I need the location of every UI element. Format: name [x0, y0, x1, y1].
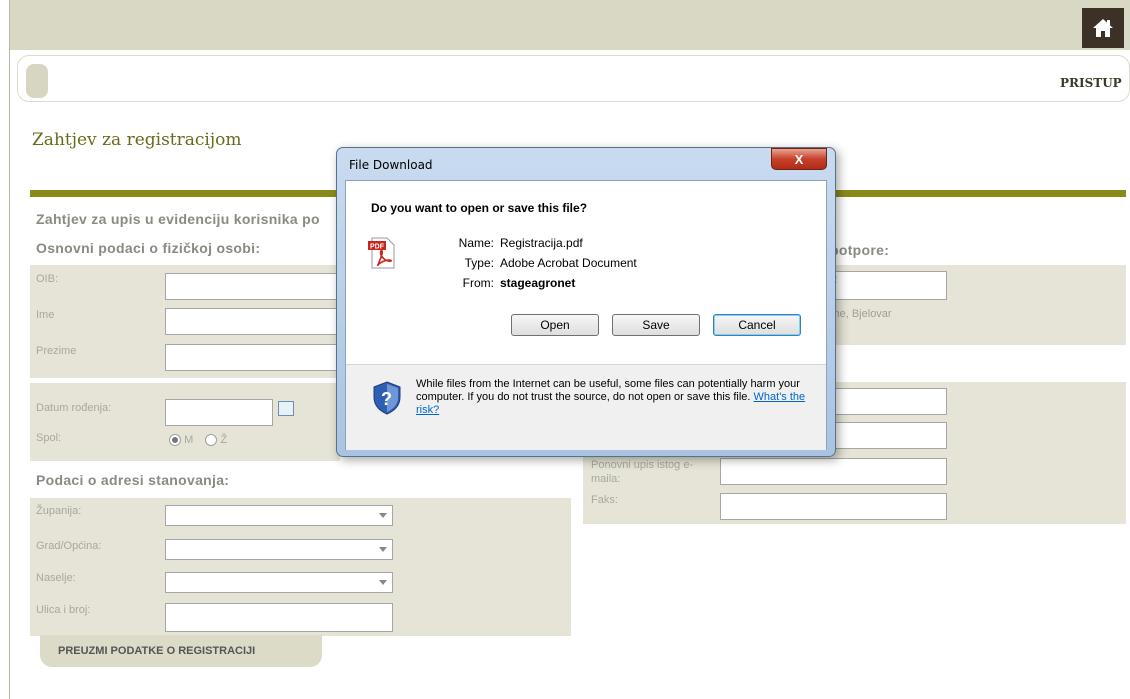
ulica-label: Ulica i broj:: [36, 604, 91, 616]
ime-label: Ime: [36, 309, 55, 321]
grad-label: Grad/Općina:: [36, 540, 102, 552]
section-title-address: Podaci o adresi stanovanja:: [36, 472, 230, 488]
ulica-input[interactable]: [165, 603, 393, 632]
datum-input[interactable]: [165, 399, 273, 426]
name-value: Registracija.pdf: [500, 236, 583, 250]
type-value: Adobe Acrobat Document: [500, 256, 637, 270]
home-icon: [1093, 19, 1113, 37]
dialog-title: File Download: [349, 158, 433, 172]
prezime-input[interactable]: [165, 344, 340, 371]
section-title-main: Zahtjev za upis u evidenciju korisnika p…: [36, 211, 320, 227]
open-button[interactable]: Open: [511, 314, 599, 336]
dialog-close-button[interactable]: X: [771, 148, 827, 170]
dialog-question: Do you want to open or save this file?: [371, 201, 588, 215]
spol-m-label: M: [184, 434, 194, 446]
section-title-support: potpore:: [830, 242, 890, 258]
spol-z-label: Ž: [220, 434, 228, 446]
home-button[interactable]: [1082, 8, 1124, 48]
naselje-label: Naselje:: [36, 572, 76, 584]
from-value: stageagronet: [500, 276, 576, 290]
pdf-file-icon: PDF: [368, 237, 395, 269]
top-bar: [10, 0, 1130, 50]
contact-input-2[interactable]: p: [820, 422, 947, 449]
calendar-icon[interactable]: [278, 401, 294, 416]
type-label: Type:: [464, 256, 494, 270]
from-label: From:: [462, 276, 494, 290]
download-registration-button[interactable]: PREUZMI PODATKE O REGISTRACIJI: [40, 635, 322, 667]
support-location-text: che, Bjelovar: [828, 308, 892, 320]
faks-input[interactable]: [720, 493, 947, 520]
name-label: Name:: [458, 236, 494, 250]
file-download-dialog: File Download X Do you want to open or s…: [336, 147, 836, 457]
zupanija-select[interactable]: [165, 505, 393, 526]
spol-label: Spol:: [36, 432, 62, 444]
faks-label: Faks:: [591, 494, 618, 506]
nav-link-pristup[interactable]: PRISTUP: [1060, 76, 1122, 90]
cancel-button[interactable]: Cancel: [713, 314, 801, 336]
grad-select[interactable]: [165, 539, 393, 560]
navigation-bar: [17, 55, 1130, 102]
datum-label: Datum rođenja:: [36, 402, 112, 414]
nav-left-tab[interactable]: [26, 64, 48, 98]
prezime-label: Prezime: [36, 345, 77, 357]
svg-text:?: ?: [381, 389, 392, 409]
page-title: Zahtjev za registracijom: [32, 130, 242, 150]
section-title-person: Osnovni podaci o fizičkoj osobi:: [36, 240, 261, 256]
support-code-input[interactable]: 62: [820, 271, 947, 300]
spol-m-radio[interactable]: [169, 434, 181, 447]
security-shield-icon: ?: [373, 381, 401, 415]
chevron-down-icon: [379, 547, 387, 552]
oib-input[interactable]: [165, 273, 340, 300]
chevron-down-icon: [379, 580, 387, 585]
zupanija-label: Županija:: [36, 505, 82, 517]
dialog-warning-text: While files from the Internet can be use…: [416, 378, 816, 417]
save-button[interactable]: Save: [612, 314, 700, 336]
email-repeat-input[interactable]: [720, 458, 947, 485]
contact-input-1[interactable]: [820, 388, 947, 415]
ime-input[interactable]: [165, 308, 340, 335]
naselje-select[interactable]: [165, 572, 393, 593]
oib-label: OIB:: [36, 273, 59, 285]
dialog-body: Do you want to open or save this file? P…: [345, 180, 827, 450]
warning-message: While files from the Internet can be use…: [416, 378, 800, 403]
email-repeat-label: Ponovni upis istog e-maila:: [591, 459, 694, 485]
chevron-down-icon: [379, 513, 387, 518]
spol-radio-group: M Ž: [169, 434, 228, 447]
pdf-badge-text: PDF: [370, 244, 385, 251]
close-icon: X: [794, 151, 804, 167]
spol-z-radio[interactable]: [205, 434, 218, 447]
